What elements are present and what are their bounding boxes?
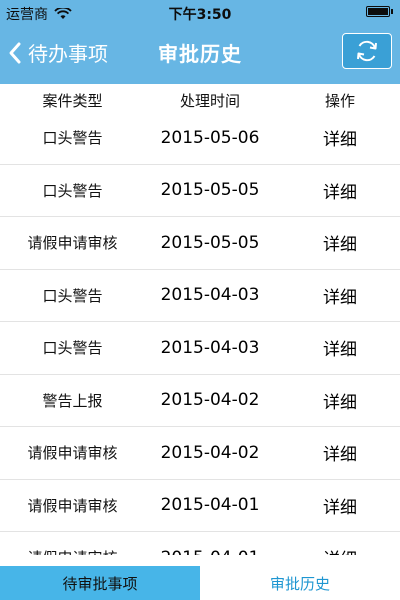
process-time-cell: 2015-04-03 bbox=[160, 285, 260, 306]
table-row: 口头警告 2015-05-05 详细 bbox=[0, 165, 400, 217]
chevron-left-icon bbox=[9, 42, 21, 63]
tab-pending-approvals[interactable]: 待审批事项 bbox=[0, 566, 200, 600]
process-time-cell: 2015-04-01 bbox=[140, 532, 280, 555]
table-header: 案件类型 处理时间 操作 bbox=[0, 84, 400, 114]
detail-link[interactable]: 详细 bbox=[280, 480, 400, 532]
process-time-cell: 2015-04-01 bbox=[160, 495, 260, 516]
tab-bar: 待审批事项 审批历史 bbox=[0, 566, 400, 600]
header-action: 操作 bbox=[324, 92, 355, 110]
case-type-cell: 请假申请审核 bbox=[27, 496, 118, 515]
case-type-cell: 请假申请审核 bbox=[0, 532, 145, 555]
case-type-cell: 请假申请审核 bbox=[27, 444, 118, 463]
process-time-cell: 2015-05-05 bbox=[160, 232, 260, 253]
case-type-cell: 口头警告 bbox=[42, 181, 103, 200]
back-label: 待办事项 bbox=[28, 42, 108, 66]
battery-icon bbox=[366, 6, 393, 17]
process-time-cell: 2015-05-06 bbox=[160, 127, 260, 148]
detail-link[interactable]: 详细 bbox=[280, 375, 400, 427]
table-row: 口头警告 2015-05-06 详细 bbox=[0, 112, 400, 165]
process-time-cell: 2015-05-05 bbox=[160, 180, 260, 201]
top-bar: 运营商 下午3:50 待办事项 审批历史 bbox=[0, 0, 400, 84]
case-type-cell: 口头警告 bbox=[42, 339, 103, 358]
navigation-bar: 待办事项 审批历史 bbox=[0, 24, 400, 84]
case-type-cell: 请假申请审核 bbox=[27, 234, 118, 253]
detail-link[interactable]: 详细 bbox=[280, 532, 400, 555]
refresh-button[interactable] bbox=[342, 33, 392, 69]
process-time-cell: 2015-04-02 bbox=[160, 442, 260, 463]
header-process-time: 处理时间 bbox=[179, 92, 240, 110]
refresh-icon bbox=[357, 40, 377, 62]
table-row: 请假申请审核 2015-04-02 详细 bbox=[0, 427, 400, 480]
table-row: 请假申请审核 2015-04-01 详细 bbox=[0, 532, 400, 555]
detail-link[interactable]: 详细 bbox=[280, 165, 400, 217]
tab-approval-history[interactable]: 审批历史 bbox=[200, 566, 400, 600]
table-row: 口头警告 2015-04-03 详细 bbox=[0, 270, 400, 322]
table-row: 请假申请审核 2015-04-01 详细 bbox=[0, 480, 400, 532]
case-type-cell: 口头警告 bbox=[42, 286, 103, 305]
back-button[interactable]: 待办事项 bbox=[8, 38, 108, 67]
header-case-type: 案件类型 bbox=[42, 92, 103, 110]
detail-link[interactable]: 详细 bbox=[280, 427, 400, 479]
table-row: 请假申请审核 2015-05-05 详细 bbox=[0, 217, 400, 270]
case-type-cell: 警告上报 bbox=[42, 391, 103, 410]
detail-link[interactable]: 详细 bbox=[280, 270, 400, 322]
case-type-cell: 口头警告 bbox=[42, 129, 103, 148]
page-title: 审批历史 bbox=[158, 42, 242, 66]
process-time-cell: 2015-04-02 bbox=[160, 390, 260, 411]
table-row: 口头警告 2015-04-03 详细 bbox=[0, 322, 400, 375]
detail-link[interactable]: 详细 bbox=[280, 322, 400, 374]
approval-history-list[interactable]: 口头警告 2015-05-06 详细 口头警告 2015-05-05 详细 请假… bbox=[0, 112, 400, 555]
status-time: 下午3:50 bbox=[168, 7, 232, 23]
process-time-cell: 2015-04-03 bbox=[160, 337, 260, 358]
detail-link[interactable]: 详细 bbox=[280, 112, 400, 164]
table-row: 警告上报 2015-04-02 详细 bbox=[0, 375, 400, 427]
status-bar: 运营商 下午3:50 bbox=[0, 0, 400, 24]
detail-link[interactable]: 详细 bbox=[280, 217, 400, 269]
